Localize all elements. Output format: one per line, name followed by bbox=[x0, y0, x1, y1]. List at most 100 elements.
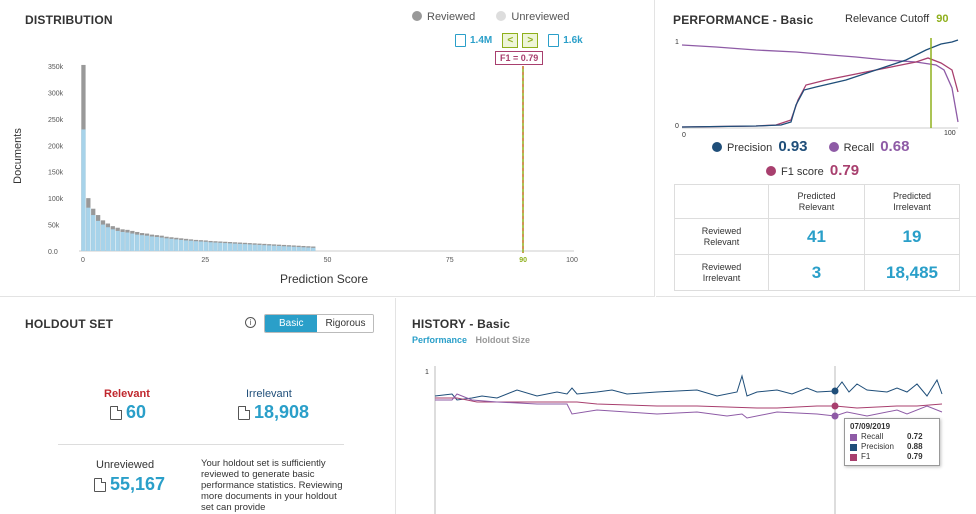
unreviewed-bar[interactable] bbox=[242, 244, 247, 251]
holdout-panel: HOLDOUT SET i Basic Rigorous Relevant 60… bbox=[0, 298, 396, 514]
unreviewed-bar[interactable] bbox=[208, 242, 213, 251]
y-axis-label: Documents bbox=[11, 128, 24, 184]
unreviewed-bar[interactable] bbox=[174, 239, 179, 251]
unreviewed-bar[interactable] bbox=[139, 235, 145, 251]
tooltip-date: 07/09/2019 bbox=[850, 422, 891, 431]
unreviewed-bar[interactable] bbox=[291, 246, 296, 251]
cm-row-reviewed-relevant: Reviewed Relevant bbox=[674, 218, 769, 255]
history-panel: HISTORY - Basic Performance Holdout Size… bbox=[397, 298, 976, 514]
holdout-unreviewed-value[interactable]: 55,167 bbox=[94, 474, 165, 495]
cm-row-reviewed-irrelevant: Reviewed Irrelevant bbox=[674, 254, 769, 291]
unreviewed-bar[interactable] bbox=[301, 247, 306, 251]
tab-performance[interactable]: Performance bbox=[412, 335, 467, 345]
unreviewed-bar[interactable] bbox=[105, 227, 111, 251]
holdout-irrelevant-label: Irrelevant bbox=[246, 388, 292, 400]
unreviewed-bar[interactable] bbox=[135, 234, 140, 251]
info-icon[interactable]: i bbox=[245, 317, 256, 328]
unreviewed-bar[interactable] bbox=[203, 241, 208, 251]
history-precision-marker[interactable] bbox=[831, 387, 839, 395]
document-icon bbox=[94, 477, 106, 492]
tooltip-f1-label: F1 bbox=[861, 452, 871, 461]
holdout-relevant-label: Relevant bbox=[104, 388, 150, 400]
unreviewed-bar[interactable] bbox=[125, 232, 130, 252]
unreviewed-bar[interactable] bbox=[198, 241, 203, 251]
tooltip-recall-swatch bbox=[850, 433, 857, 441]
unreviewed-bar[interactable] bbox=[120, 231, 125, 251]
y-tick-label: 150k bbox=[48, 170, 64, 177]
history-recall-marker[interactable] bbox=[831, 412, 839, 420]
unreviewed-bar[interactable] bbox=[179, 239, 184, 251]
unreviewed-bar[interactable] bbox=[237, 243, 243, 251]
cm-false-negative[interactable]: 19 bbox=[864, 218, 960, 255]
relevance-cutoff-value: 90 bbox=[936, 13, 949, 25]
unreviewed-bar[interactable] bbox=[262, 245, 267, 251]
tooltip-recall-label: Recall bbox=[861, 432, 884, 441]
unreviewed-bar[interactable] bbox=[257, 244, 262, 251]
y-tick-label: 350k bbox=[48, 64, 64, 71]
unreviewed-bar[interactable] bbox=[276, 245, 282, 251]
tab-holdout-size[interactable]: Holdout Size bbox=[476, 335, 531, 345]
tooltip-f1-row: F1 0.79 bbox=[850, 452, 934, 462]
y-tick-label: 100k bbox=[48, 196, 64, 203]
document-icon bbox=[238, 405, 250, 420]
unreviewed-bar[interactable] bbox=[110, 229, 115, 251]
unreviewed-bar[interactable] bbox=[272, 245, 277, 251]
holdout-irrelevant-count: 18,908 bbox=[254, 402, 310, 422]
unreviewed-bar[interactable] bbox=[115, 230, 120, 251]
history-f1-marker[interactable] bbox=[831, 402, 839, 410]
unreviewed-bar[interactable] bbox=[267, 245, 272, 251]
unreviewed-bar[interactable] bbox=[228, 243, 233, 251]
unreviewed-bar[interactable] bbox=[95, 220, 101, 251]
cm-false-positive[interactable]: 3 bbox=[768, 254, 865, 291]
recall-line bbox=[681, 44, 959, 123]
unreviewed-bar[interactable] bbox=[144, 235, 150, 251]
unreviewed-bar[interactable] bbox=[159, 237, 164, 251]
unreviewed-bar[interactable] bbox=[286, 246, 291, 251]
x-tick-label: 50 bbox=[324, 257, 332, 264]
unreviewed-bar[interactable] bbox=[154, 236, 159, 251]
unreviewed-bar[interactable] bbox=[81, 129, 86, 251]
unreviewed-bar[interactable] bbox=[91, 215, 96, 251]
tooltip-precision-row: Precision 0.88 bbox=[850, 442, 934, 452]
performance-metrics: Precision 0.93 Recall 0.68 bbox=[712, 138, 909, 155]
relevance-cutoff-label: Relevance Cutoff bbox=[845, 13, 930, 25]
unreviewed-bar[interactable] bbox=[223, 243, 228, 251]
unreviewed-bar[interactable] bbox=[169, 238, 174, 251]
distribution-chart[interactable]: 350k 300k 250k 200k 150k 100k 50k 0.0 0 25 50 75 90… bbox=[0, 0, 655, 297]
tooltip-f1-swatch bbox=[850, 453, 857, 461]
unreviewed-bar[interactable] bbox=[130, 233, 135, 251]
cm-true-negative[interactable]: 18,485 bbox=[864, 254, 960, 291]
performance-title: PERFORMANCE - Basic bbox=[673, 13, 814, 27]
cm-true-positive[interactable]: 41 bbox=[768, 218, 865, 255]
unreviewed-bar[interactable] bbox=[218, 242, 223, 251]
holdout-relevant-value[interactable]: 60 bbox=[110, 402, 146, 423]
holdout-irrelevant-value[interactable]: 18,908 bbox=[238, 402, 309, 423]
unreviewed-bar[interactable] bbox=[306, 247, 311, 251]
unreviewed-bar[interactable] bbox=[252, 244, 257, 251]
unreviewed-bar[interactable] bbox=[188, 240, 194, 251]
unreviewed-bar[interactable] bbox=[281, 246, 287, 251]
recall-value: 0.68 bbox=[880, 138, 910, 155]
unreviewed-bar[interactable] bbox=[164, 238, 169, 251]
unreviewed-bar[interactable] bbox=[296, 247, 301, 251]
unreviewed-bar[interactable] bbox=[232, 243, 238, 251]
unreviewed-bar[interactable] bbox=[213, 242, 218, 251]
unreviewed-bar[interactable] bbox=[193, 241, 199, 251]
f1-value: 0.79 bbox=[829, 162, 860, 179]
unreviewed-bar[interactable] bbox=[247, 244, 252, 251]
toggle-basic[interactable]: Basic bbox=[265, 315, 318, 332]
cm-col-predicted-relevant: Predicted Relevant bbox=[768, 184, 865, 219]
x-tick-label: 0 bbox=[81, 257, 85, 264]
toggle-rigorous[interactable]: Rigorous bbox=[317, 315, 374, 332]
f1-metric: F1 score 0.79 bbox=[766, 162, 859, 179]
unreviewed-bar[interactable] bbox=[183, 240, 189, 251]
unreviewed-bar[interactable] bbox=[311, 247, 316, 251]
unreviewed-bar[interactable] bbox=[149, 236, 155, 251]
precision-value: 0.93 bbox=[778, 138, 808, 155]
unreviewed-bar[interactable] bbox=[86, 207, 91, 251]
unreviewed-bar[interactable] bbox=[100, 224, 106, 251]
tooltip-precision-value: 0.88 bbox=[907, 442, 923, 451]
tooltip-f1-value: 0.79 bbox=[907, 452, 923, 461]
history-tooltip: 07/09/2019 Recall 0.72 Precision 0.88 F1… bbox=[844, 418, 940, 466]
x-tick-label: 100 bbox=[566, 257, 578, 264]
